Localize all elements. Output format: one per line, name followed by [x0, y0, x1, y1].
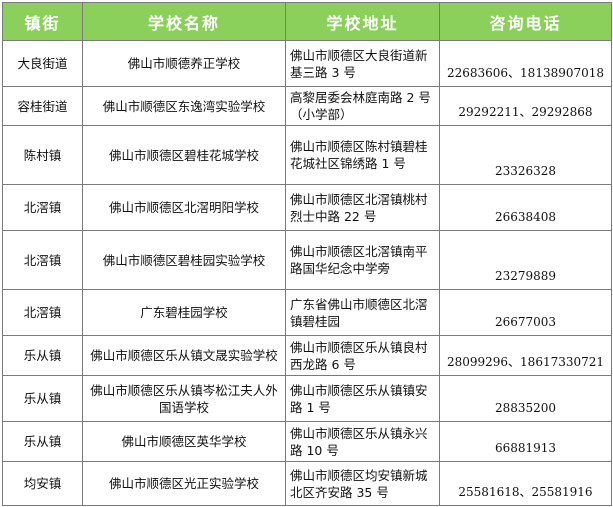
address-cell: 佛山市顺德区北滘镇南平路国华纪念中学旁	[285, 230, 440, 290]
town-cell: 乐从镇	[2, 375, 83, 422]
table-row: 北滘镇 佛山市顺德区碧桂园实验学校 佛山市顺德区北滘镇南平路国华纪念中学旁 23…	[2, 230, 612, 290]
school-cell: 佛山市顺德区碧桂园实验学校	[82, 230, 286, 290]
school-table: 镇街 学校名称 学校地址 咨询电话 大良街道 佛山市顺德养正学校 佛山市顺德区大…	[2, 2, 612, 506]
school-cell: 佛山市顺德养正学校	[82, 40, 286, 87]
table-row: 均安镇 佛山市顺德区光正实验学校 佛山市顺德区均安镇新城北区齐安路 35 号 2…	[2, 461, 612, 506]
phone-cell: 29292211、29292868	[439, 86, 612, 126]
town-cell: 陈村镇	[2, 125, 83, 185]
school-cell: 佛山市顺德区乐从镇岑松江夫人外国语学校	[82, 375, 286, 422]
header-town: 镇街	[2, 2, 83, 41]
table-row: 北滘镇 佛山市顺德区北滘明阳学校 佛山市顺德区北滘镇桃村烈士中路 22 号 26…	[2, 184, 612, 231]
table-row: 乐从镇 佛山市顺德区乐从镇文晟实验学校 佛山市顺德区乐从镇良村西龙路 6 号 2…	[2, 335, 612, 376]
table-row: 陈村镇 佛山市顺德区碧桂花城学校 佛山市顺德区陈村镇碧桂花城社区锦绣路 1 号 …	[2, 125, 612, 185]
table-row: 乐从镇 佛山市顺德区英华学校 佛山市顺德区乐从镇永兴路 10 号 6688191…	[2, 421, 612, 462]
school-cell: 佛山市顺德区光正实验学校	[82, 461, 286, 506]
school-cell: 佛山市顺德区英华学校	[82, 421, 286, 462]
table-body: 大良街道 佛山市顺德养正学校 佛山市顺德区大良街道新基三路 3 号 226836…	[2, 40, 612, 506]
address-cell: 佛山市顺德区大良街道新基三路 3 号	[285, 40, 440, 87]
school-cell: 佛山市顺德区碧桂花城学校	[82, 125, 286, 185]
town-cell: 北滘镇	[2, 230, 83, 290]
school-cell: 广东碧桂园学校	[82, 289, 286, 336]
town-cell: 北滘镇	[2, 289, 83, 336]
phone-cell: 66881913	[439, 421, 612, 462]
phone-cell: 23279889	[439, 230, 612, 290]
table-row: 北滘镇 广东碧桂园学校 广东省佛山市顺德区北滘镇碧桂园 26677003	[2, 289, 612, 336]
school-table-wrapper: 镇街 学校名称 学校地址 咨询电话 大良街道 佛山市顺德养正学校 佛山市顺德区大…	[2, 2, 612, 506]
header-phone: 咨询电话	[439, 2, 612, 41]
header-row: 镇街 学校名称 学校地址 咨询电话	[2, 2, 612, 41]
table-row: 容桂街道 佛山市顺德区东逸湾实验学校 高黎居委会林庭南路 2 号（小学部） 29…	[2, 86, 612, 126]
address-cell: 佛山市顺德区北滘镇桃村烈士中路 22 号	[285, 184, 440, 231]
town-cell: 均安镇	[2, 461, 83, 506]
school-cell: 佛山市顺德区东逸湾实验学校	[82, 86, 286, 126]
table-row: 乐从镇 佛山市顺德区乐从镇岑松江夫人外国语学校 佛山市顺德区乐从镇镇安路 1 号…	[2, 375, 612, 422]
header-school-name: 学校名称	[82, 2, 286, 41]
phone-cell: 26638408	[439, 184, 612, 231]
town-cell: 容桂街道	[2, 86, 83, 126]
town-cell: 乐从镇	[2, 421, 83, 462]
phone-cell: 23326328	[439, 125, 612, 185]
address-cell: 佛山市顺德区乐从镇良村西龙路 6 号	[285, 335, 440, 376]
phone-cell: 22683606、18138907018	[439, 40, 612, 87]
address-cell: 佛山市顺德区均安镇新城北区齐安路 35 号	[285, 461, 440, 506]
phone-cell: 28099296、18617330721	[439, 335, 612, 376]
address-cell: 佛山市顺德区乐从镇镇安路 1 号	[285, 375, 440, 422]
town-cell: 大良街道	[2, 40, 83, 87]
table-row: 大良街道 佛山市顺德养正学校 佛山市顺德区大良街道新基三路 3 号 226836…	[2, 40, 612, 87]
header-school-address: 学校地址	[285, 2, 440, 41]
address-cell: 佛山市顺德区陈村镇碧桂花城社区锦绣路 1 号	[285, 125, 440, 185]
town-cell: 乐从镇	[2, 335, 83, 376]
phone-cell: 25581618、25581916	[439, 461, 612, 506]
school-cell: 佛山市顺德区乐从镇文晟实验学校	[82, 335, 286, 376]
phone-cell: 28835200	[439, 375, 612, 422]
address-cell: 广东省佛山市顺德区北滘镇碧桂园	[285, 289, 440, 336]
address-cell: 高黎居委会林庭南路 2 号（小学部）	[285, 86, 440, 126]
address-cell: 佛山市顺德区乐从镇永兴路 10 号	[285, 421, 440, 462]
table-header: 镇街 学校名称 学校地址 咨询电话	[2, 2, 612, 41]
town-cell: 北滘镇	[2, 184, 83, 231]
school-cell: 佛山市顺德区北滘明阳学校	[82, 184, 286, 231]
phone-cell: 26677003	[439, 289, 612, 336]
